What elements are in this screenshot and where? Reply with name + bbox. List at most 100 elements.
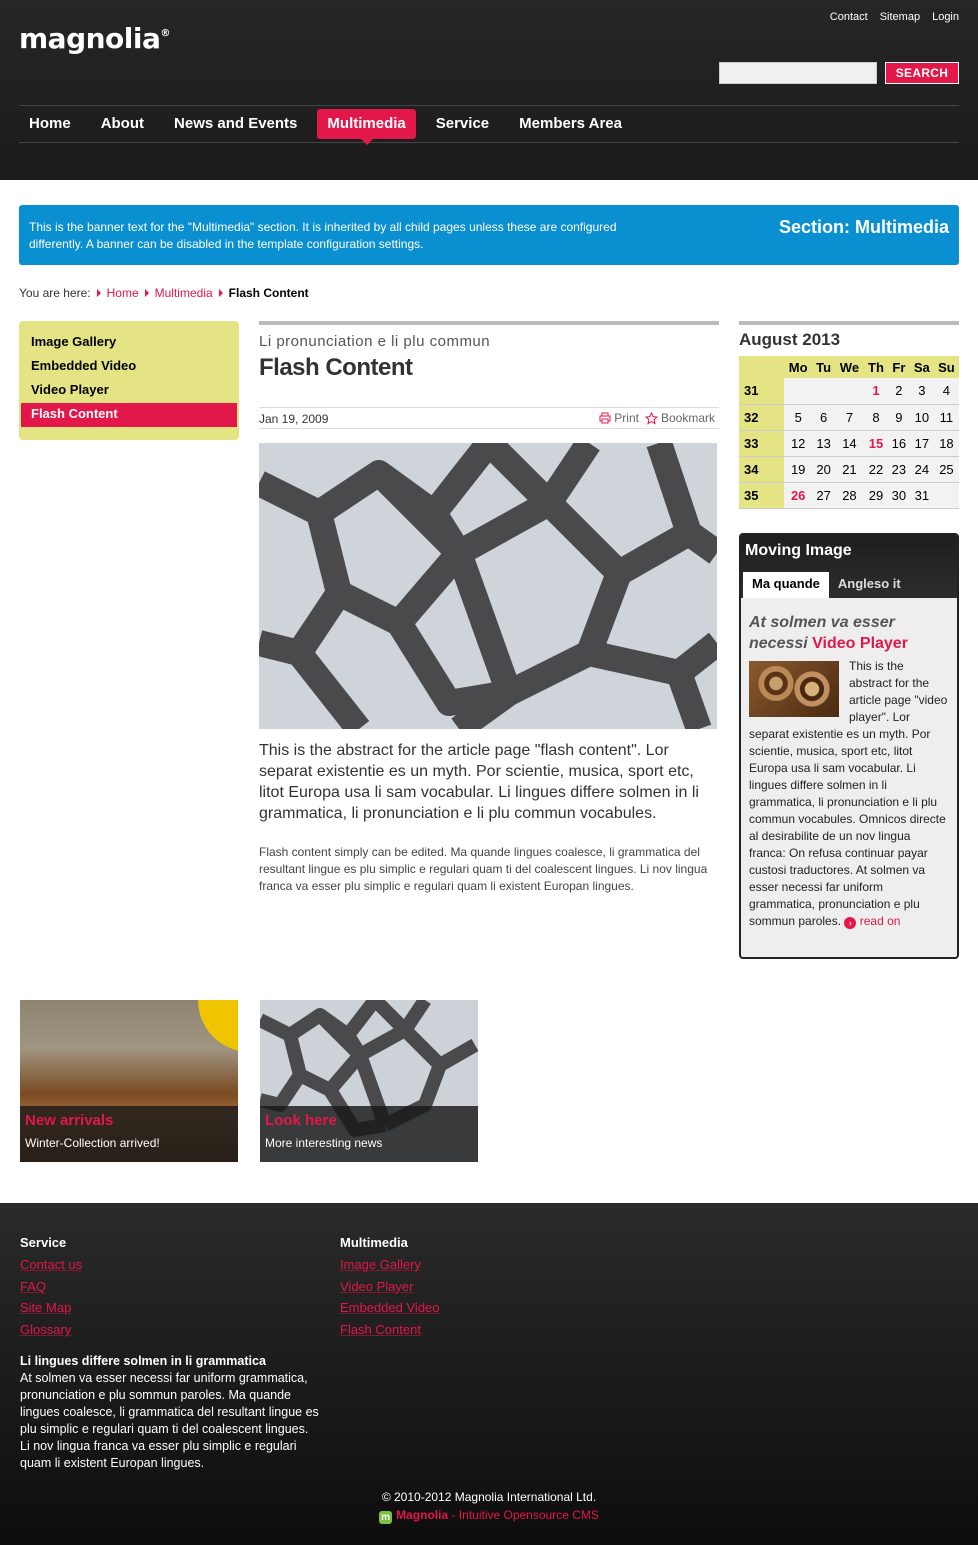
article-divider: [259, 321, 719, 325]
calendar-day: 2: [887, 378, 910, 405]
calendar-day: 10: [909, 404, 934, 431]
powered-by-name: Magnolia: [396, 1508, 449, 1522]
teaser-heading-link[interactable]: Video Player: [812, 635, 908, 652]
calendar-week-number: 31: [739, 378, 784, 405]
search-input[interactable]: [719, 62, 877, 84]
article-date: Jan 19, 2009: [259, 412, 329, 426]
teaser-heading: At solmen va esser necessi Video Player: [749, 612, 949, 654]
login-link[interactable]: Login: [932, 11, 959, 23]
chevron-right-icon: [96, 289, 101, 297]
calendar-day: 5: [784, 404, 813, 431]
calendar-day: [933, 482, 959, 509]
lattice-image: [259, 443, 717, 729]
calendar-divider: [739, 321, 959, 325]
calendar-title: August 2013: [739, 330, 841, 349]
calendar-day-header: Fr: [887, 356, 910, 378]
promo-new-arrivals[interactable]: New arrivals Winter-Collection arrived!: [20, 1000, 238, 1162]
teaser-thumbnail[interactable]: [749, 661, 839, 717]
calendar-day: [784, 378, 813, 405]
calendar-day[interactable]: 26: [784, 482, 813, 509]
calendar-day: 24: [909, 456, 934, 483]
site-logo[interactable]: magnolia®: [19, 22, 170, 55]
nav-item-members-area[interactable]: Members Area: [509, 109, 632, 139]
calendar-day-header: Tu: [812, 356, 835, 378]
footer-link-glossary[interactable]: Glossary: [20, 1319, 82, 1341]
powered-by[interactable]: m Magnolia - Intuitive Opensource CMS: [0, 1508, 978, 1524]
calendar-day[interactable]: 1: [863, 378, 888, 405]
read-on-link[interactable]: › read on: [844, 914, 900, 929]
promo-subtitle: Winter-Collection arrived!: [25, 1136, 160, 1150]
footer-link-embedded-video[interactable]: Embedded Video: [340, 1297, 440, 1319]
footer-about-title: Li lingues differe solmen in li grammati…: [20, 1354, 266, 1368]
utility-nav: Contact Sitemap Login: [830, 11, 959, 23]
powered-by-tagline: - Intuitive Opensource CMS: [448, 1508, 599, 1522]
nav-item-service[interactable]: Service: [426, 109, 499, 139]
tab-ma-quande[interactable]: Ma quande: [743, 572, 829, 598]
tab-angleso-it[interactable]: Angleso it: [829, 572, 910, 598]
calendar-day: 28: [834, 482, 864, 509]
calendar-day[interactable]: 15: [863, 430, 888, 457]
breadcrumb-multimedia[interactable]: Multimedia: [155, 286, 213, 300]
subnav-item-video-player[interactable]: Video Player: [21, 379, 237, 403]
logo-text: magnolia: [19, 22, 161, 55]
subnav-item-flash-content[interactable]: Flash Content: [21, 403, 237, 427]
promo-subtitle: More interesting news: [265, 1136, 383, 1150]
copyright: © 2010-2012 Magnolia International Ltd.: [381, 1490, 597, 1504]
calendar-day-header: Th: [863, 356, 888, 378]
footer-link-site-map[interactable]: Site Map: [20, 1297, 82, 1319]
calendar-week-header: [739, 356, 784, 378]
calendar-week-row: 35 26 27 28 29 30 31: [739, 482, 959, 509]
calendar-week-row: 34 19 20 21 22 23 24 25: [739, 456, 959, 483]
contact-link[interactable]: Contact: [830, 11, 868, 23]
calendar-day: 20: [812, 456, 835, 483]
promo-caption: New arrivals Winter-Collection arrived!: [20, 1106, 238, 1162]
teaser-title: Moving Image: [745, 542, 852, 559]
calendar-day: 6: [812, 404, 835, 431]
banner-text: This is the banner text for the "Multime…: [29, 220, 617, 251]
calendar-day: [834, 378, 864, 405]
calendar-week-row: 33 12 13 14 15 16 17 18: [739, 430, 959, 457]
calendar-day: 22: [863, 456, 888, 483]
section-banner: This is the banner text for the "Multime…: [19, 205, 959, 265]
footer-link-contact-us[interactable]: Contact us: [20, 1254, 82, 1276]
print-button[interactable]: Print: [599, 408, 639, 428]
main-nav: Home About News and Events Multimedia Se…: [19, 105, 959, 145]
calendar-day: 16: [887, 430, 910, 457]
chevron-right-icon: [218, 289, 223, 297]
nav-item-news-and-events[interactable]: News and Events: [164, 109, 307, 139]
footer-link-flash-content[interactable]: Flash Content: [340, 1319, 440, 1341]
section-subnav: Image Gallery Embedded Video Video Playe…: [19, 321, 239, 440]
calendar-week-number: 33: [739, 430, 784, 457]
sitemap-link[interactable]: Sitemap: [880, 11, 920, 23]
calendar-day: 9: [887, 404, 910, 431]
footer-link-faq[interactable]: FAQ: [20, 1276, 82, 1298]
subnav-item-embedded-video[interactable]: Embedded Video: [21, 355, 237, 379]
calendar-day: 8: [863, 404, 888, 431]
nav-item-multimedia[interactable]: Multimedia: [317, 109, 416, 145]
article-body: Flash content simply can be edited. Ma q…: [259, 845, 708, 893]
calendar-day: 31: [909, 482, 934, 509]
search-button[interactable]: SEARCH: [885, 62, 959, 84]
nav-item-home[interactable]: Home: [19, 109, 81, 139]
footer-about: Li lingues differe solmen in li grammati…: [20, 1353, 320, 1472]
calendar-day: 21: [834, 456, 864, 483]
promo-look-here[interactable]: Look here More interesting news: [260, 1000, 478, 1162]
calendar-day: 18: [933, 430, 959, 457]
banner-section-title: Section: Multimedia: [778, 217, 949, 237]
calendar-day: 19: [784, 456, 813, 483]
teaser-body: At solmen va esser necessi Video Player …: [741, 598, 957, 930]
page-title: Flash Content: [259, 354, 413, 381]
breadcrumb-home[interactable]: Home: [107, 286, 139, 300]
footer-link-image-gallery[interactable]: Image Gallery: [340, 1254, 440, 1276]
article-abstract: This is the abstract for the article pag…: [259, 742, 699, 822]
calendar-body: 31 1 2 3 4 32 5 6 7 8 9 10 11 33 12 13 14 15 16 17 18 34 19 20 2…: [739, 378, 959, 509]
footer-column-title: Multimedia: [340, 1235, 408, 1250]
bookmark-button[interactable]: Bookmark: [644, 408, 715, 428]
footer-link-video-player[interactable]: Video Player: [340, 1276, 440, 1298]
article: Li pronunciation e li plu commun Flash C…: [259, 321, 719, 893]
calendar-day: 30: [887, 482, 910, 509]
nav-item-about[interactable]: About: [91, 109, 154, 139]
calendar-week-number: 32: [739, 404, 784, 431]
subnav-item-image-gallery[interactable]: Image Gallery: [21, 331, 237, 355]
calendar-day: 3: [909, 378, 934, 405]
